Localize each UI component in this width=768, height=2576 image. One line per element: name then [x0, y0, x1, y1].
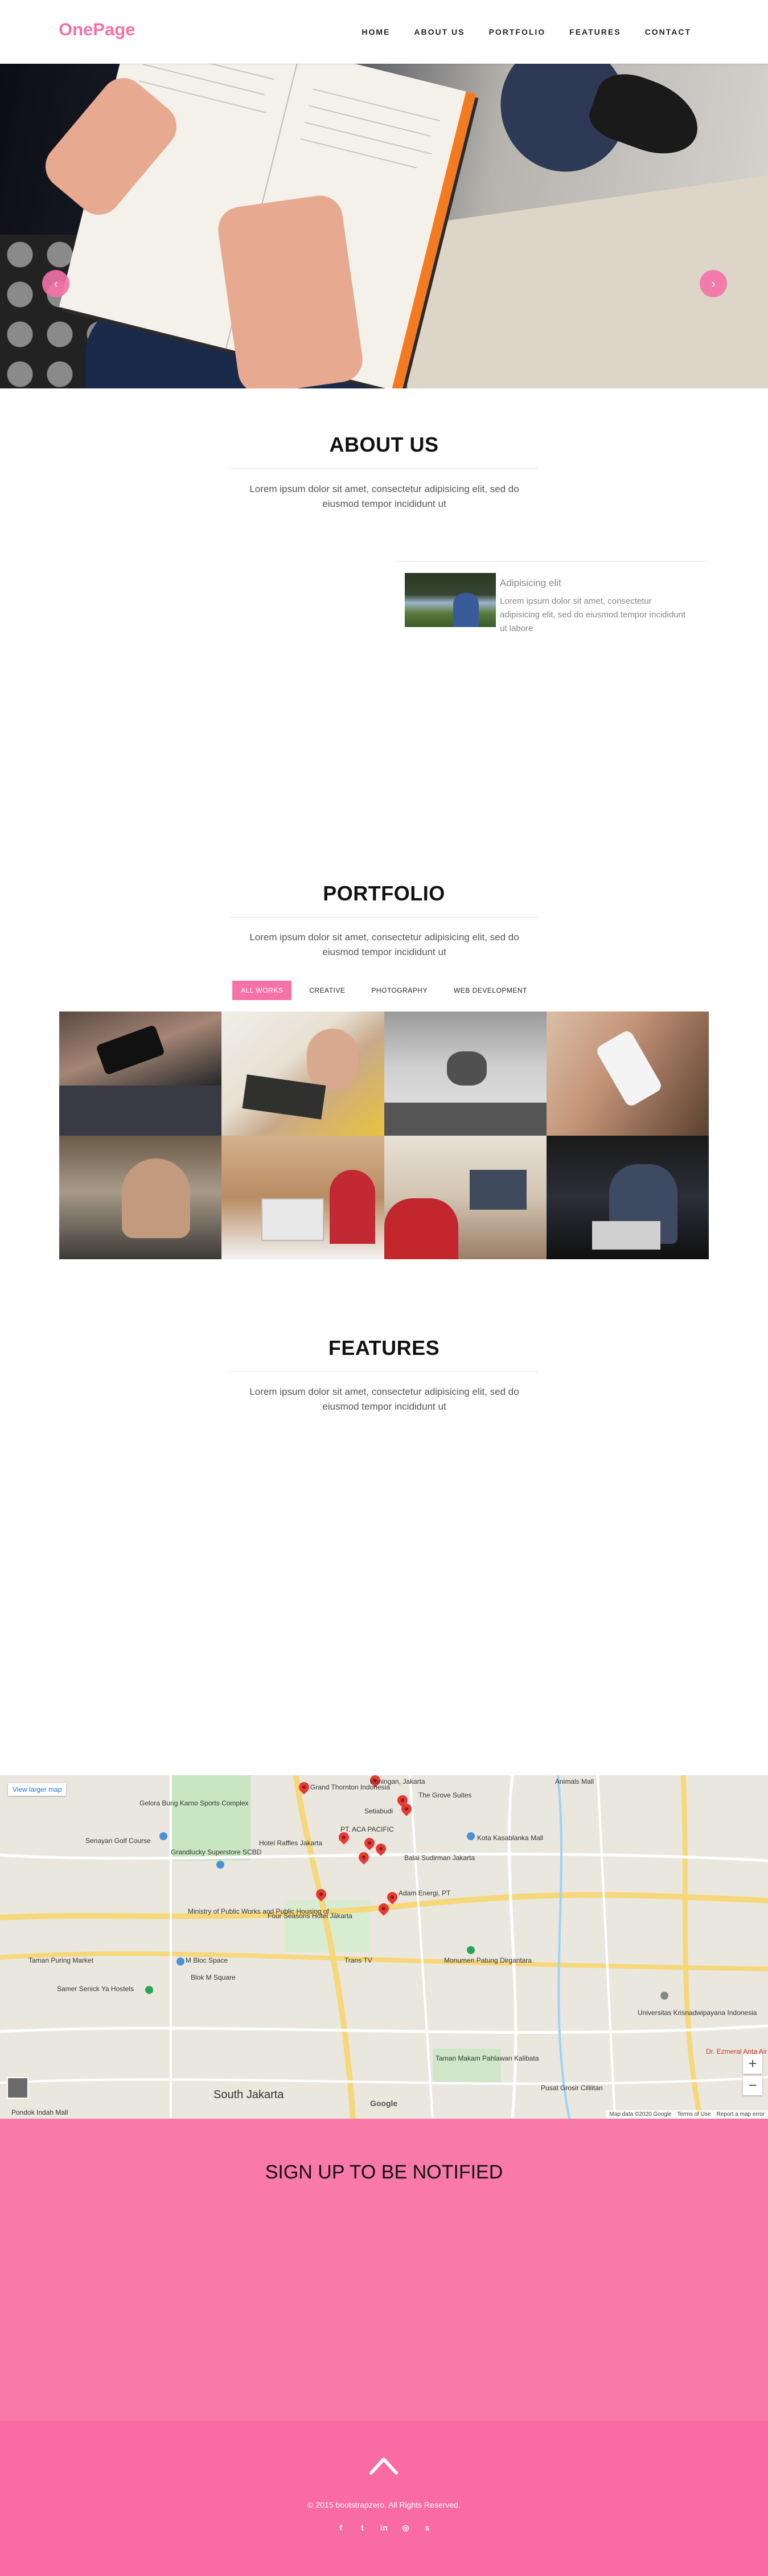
signup-title: SIGN UP TO BE NOTIFIED	[265, 2161, 503, 2183]
map-poi-icon[interactable]	[467, 1832, 475, 1840]
logo[interactable]: OnePage	[59, 19, 135, 40]
map-satellite-toggle[interactable]	[7, 2077, 28, 2099]
features-subtitle: Lorem ipsum dolor sit amet, consectetur …	[249, 1386, 519, 1412]
map-label: Four Seasons Hotel Jakarta	[268, 1912, 352, 1920]
scroll-top-chevron-up-icon[interactable]	[369, 2455, 399, 2475]
map-label: Senayan Golf Course	[85, 1837, 151, 1845]
copyright-text: © 2015 bootstrapzero. All Rights Reserve…	[307, 2500, 461, 2509]
filter-photography[interactable]: PHOTOGRAPHY	[363, 981, 436, 1000]
signup-section: SIGN UP TO BE NOTIFIED	[0, 2119, 768, 2421]
map-label: Grandlucky Superstore SCBD	[171, 1848, 262, 1856]
map-label: Pusat Grosir Cililitan	[541, 2084, 603, 2092]
map-label: Taman Puring Market	[28, 1956, 94, 1964]
footer: © 2015 bootstrapzero. All Rights Reserve…	[0, 2421, 768, 2576]
map-poi-icon[interactable]	[216, 1861, 224, 1869]
map-label: South Jakarta	[213, 2088, 284, 2101]
portfolio-item[interactable]	[59, 1011, 222, 1136]
about-card-heading: Adipisicing elit	[500, 578, 561, 588]
map-label: Gelora Bung Karno Sports Complex	[139, 1799, 249, 1807]
book-text-line	[300, 138, 417, 169]
portfolio-filters: ALL WORKS CREATIVE PHOTOGRAPHY WEB DEVEL…	[0, 981, 768, 1000]
nav-item-portfolio[interactable]: PORTFOLIO	[489, 27, 546, 36]
book-text-line	[309, 105, 431, 137]
book-text-line	[143, 64, 265, 96]
navbar: OnePage HOME ABOUT US PORTFOLIO FEATURES…	[0, 0, 768, 64]
portfolio-grid	[59, 1011, 709, 1259]
map-attribution-bar: Map data ©2020 Google Terms of Use Repor…	[606, 2110, 768, 2119]
map-poi-icon[interactable]	[660, 1992, 668, 2000]
map-label: PT. ACA PACIFIC	[340, 1825, 394, 1833]
portfolio-item[interactable]	[546, 1135, 709, 1259]
map-label: Balai Sudirman Jakarta	[404, 1854, 475, 1862]
map-label: Universitas Krisnadwipayana Indonesia	[638, 2009, 757, 2017]
portfolio-item[interactable]	[221, 1135, 384, 1259]
book-text-line	[147, 64, 274, 80]
map-zoom-in-button[interactable]: +	[743, 2054, 762, 2074]
portfolio-item[interactable]	[546, 1011, 709, 1136]
about-title: ABOUT US	[329, 433, 439, 456]
map-report-link[interactable]: Report a map error	[717, 2111, 765, 2118]
google-logo: Google	[370, 2099, 398, 2108]
portfolio-subtitle: Lorem ipsum dolor sit amet, consectetur …	[249, 932, 519, 957]
map-poi-icon[interactable]	[467, 1946, 475, 1954]
map-poi-icon[interactable]	[159, 1832, 167, 1840]
nav-menu: HOME ABOUT US PORTFOLIO FEATURES CONTACT	[362, 27, 691, 36]
map-label: Trans TV	[344, 1956, 372, 1964]
portfolio-item[interactable]	[221, 1011, 384, 1136]
carousel-next-button[interactable]: ›	[700, 270, 727, 297]
map-attribution: Map data ©2020 Google	[609, 2111, 672, 2118]
nav-item-home[interactable]: HOME	[362, 27, 390, 36]
map-label: Pondok Indah Mall	[11, 2108, 68, 2116]
skype-icon[interactable]: s	[423, 2523, 432, 2533]
thumb-person	[453, 593, 479, 627]
map-label: Monumen Patung Dirgantara	[444, 1956, 532, 1964]
portfolio-title: PORTFOLIO	[323, 882, 445, 905]
map-label: Grand Thornton Indonesia	[310, 1783, 390, 1791]
map-label: Kota Kasablanka Mall	[477, 1834, 544, 1842]
map-label: M Bloc Space	[186, 1956, 228, 1964]
map-terms-link[interactable]: Terms of Use	[677, 2111, 711, 2118]
map-zoom-out-button[interactable]: −	[743, 2076, 762, 2095]
map-label: The Grove Suites	[418, 1791, 472, 1799]
features-divider	[231, 1371, 538, 1372]
about-divider	[231, 468, 538, 469]
portfolio-item[interactable]	[59, 1135, 222, 1259]
book-text-line	[304, 121, 432, 155]
map-label: Setiabudi	[364, 1807, 393, 1815]
map-embed[interactable]: View larger map Kuningan, Jakarta Grand …	[0, 1775, 768, 2119]
facebook-icon[interactable]: f	[336, 2523, 346, 2533]
twitter-icon[interactable]: t	[358, 2523, 367, 2533]
about-card-text: Lorem ipsum dolor sit amet, consectetur …	[500, 596, 686, 633]
dribbble-icon[interactable]: ◎	[401, 2523, 410, 2533]
about-card-image	[405, 573, 496, 627]
nav-item-features[interactable]: FEATURES	[569, 27, 621, 36]
about-subtitle: Lorem ipsum dolor sit amet, consectetur …	[249, 484, 519, 509]
view-larger-map-link[interactable]: View larger map	[8, 1783, 67, 1796]
portfolio-divider	[231, 917, 538, 918]
map-label: Adam Energi, PT	[399, 1889, 451, 1897]
book-text-line	[313, 88, 441, 122]
filter-all-works[interactable]: ALL WORKS	[232, 981, 292, 1000]
nav-item-about-us[interactable]: ABOUT US	[414, 27, 465, 36]
portfolio-item[interactable]	[384, 1135, 547, 1259]
hero-carousel: ‹ ›	[0, 64, 768, 388]
map-label: Hotel Raffles Jakarta	[259, 1839, 323, 1847]
filter-creative[interactable]: CREATIVE	[301, 981, 354, 1000]
features-title: FEATURES	[328, 1336, 440, 1359]
linkedin-icon[interactable]: in	[380, 2523, 389, 2533]
nav-item-contact[interactable]: CONTACT	[645, 27, 691, 36]
social-links: f t in ◎ s	[0, 2523, 768, 2533]
carousel-prev-button[interactable]: ‹	[42, 270, 69, 297]
filter-web-development[interactable]: WEB DEVELOPMENT	[445, 981, 536, 1000]
map-poi-icon[interactable]	[176, 1957, 184, 1965]
map-poi-icon[interactable]	[145, 1986, 153, 1994]
map-label: Samer Senick Ya Hostels	[57, 1985, 134, 1993]
map-label: Taman Makam Pahlawan Kalibata	[436, 2054, 539, 2062]
about-card: Adipisicing elit Lorem ipsum dolor sit a…	[395, 561, 709, 644]
portfolio-item[interactable]	[384, 1011, 547, 1136]
hero-photo-hand	[215, 193, 365, 388]
map-label: Blok M Square	[191, 1973, 236, 1981]
map-label: Animals Mall	[555, 1778, 594, 1785]
